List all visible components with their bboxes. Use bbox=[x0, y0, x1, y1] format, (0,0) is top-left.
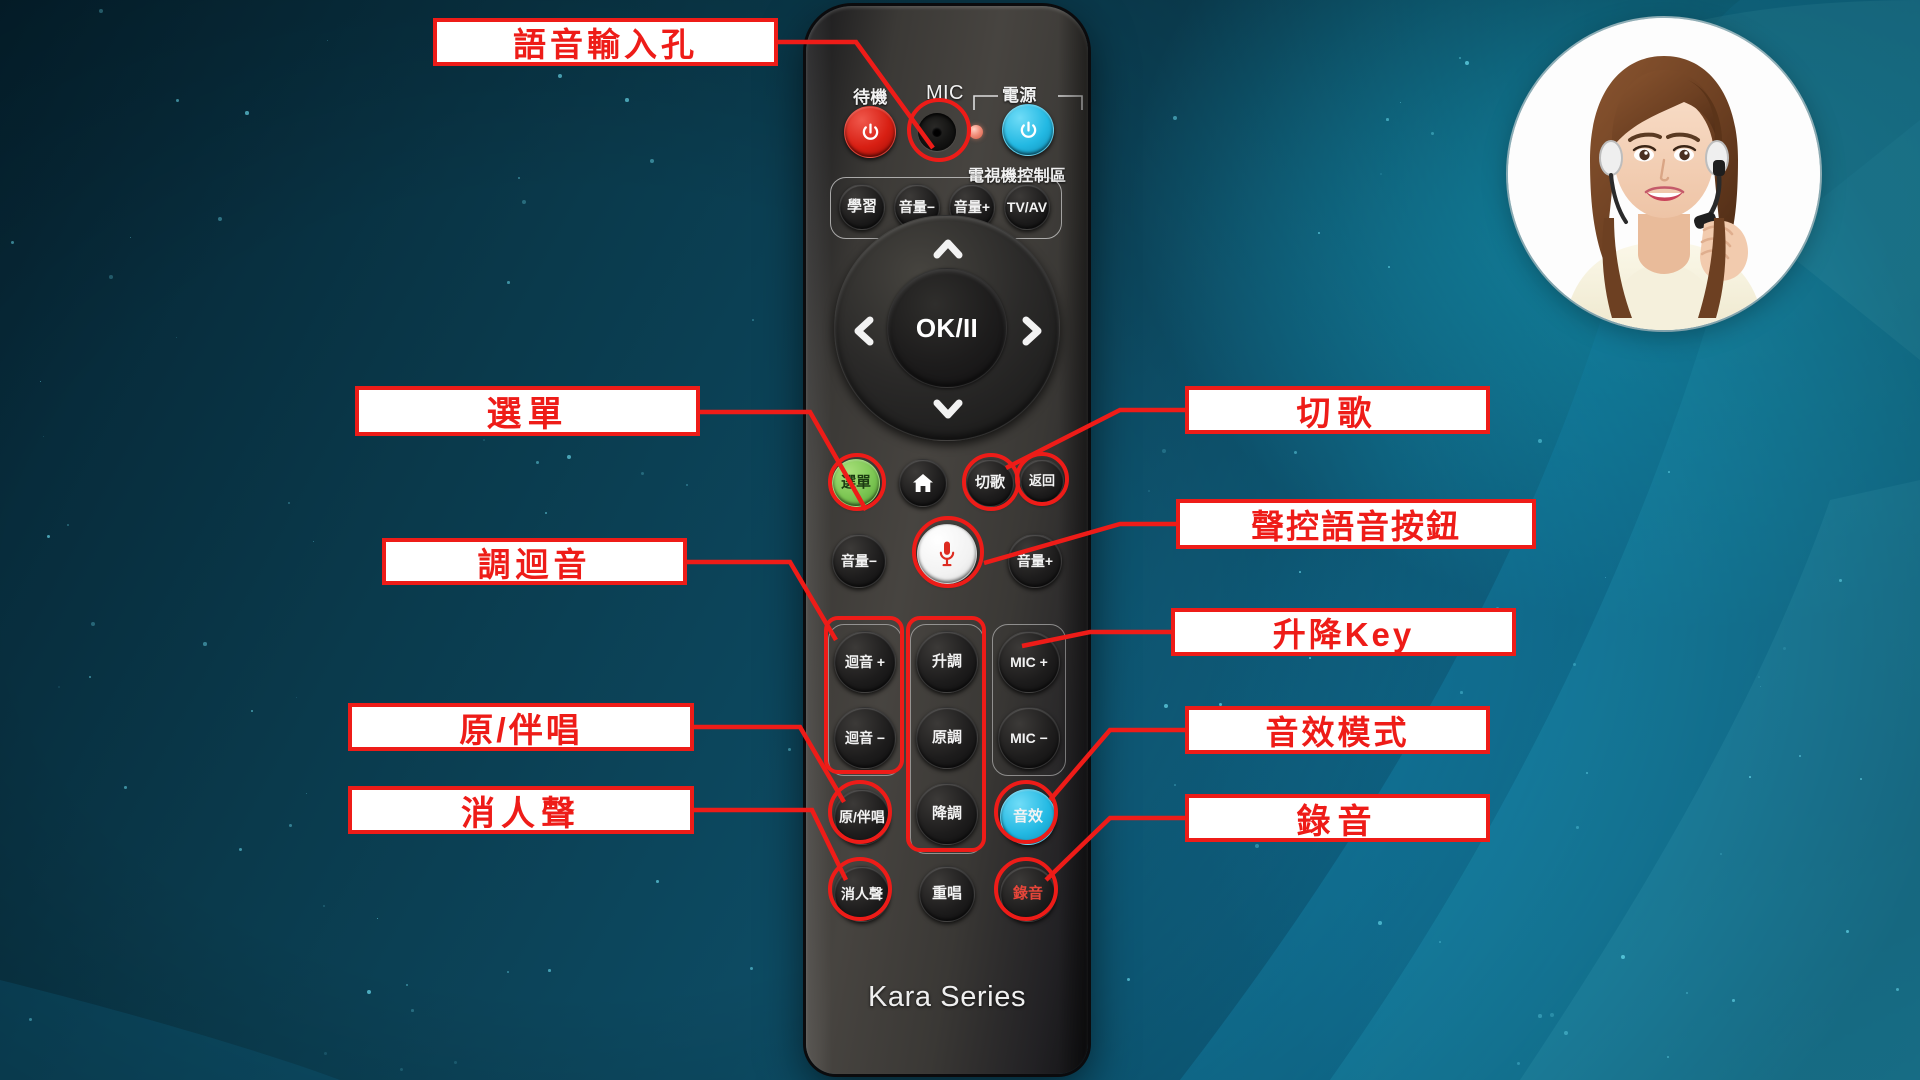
home-button[interactable] bbox=[899, 459, 947, 507]
callout-key-shift-label: 升降Key bbox=[1272, 616, 1415, 653]
callout-echo-adjust-label: 調迴音 bbox=[477, 545, 592, 583]
dpad-left-button[interactable] bbox=[853, 316, 875, 346]
power-icon bbox=[862, 122, 878, 140]
mic-label: MIC bbox=[926, 82, 964, 104]
chevron-down-icon bbox=[933, 399, 963, 419]
callout-record: 錄音 bbox=[1185, 794, 1490, 842]
tv-av-button[interactable]: TV/AV bbox=[1004, 184, 1050, 230]
remote-brand-label: Kara Series bbox=[867, 981, 1027, 1013]
mic-up-label: MIC + bbox=[1010, 653, 1048, 670]
key-original-button[interactable]: 原調 bbox=[916, 707, 978, 769]
volume-up-button[interactable]: 音量+ bbox=[1008, 534, 1062, 588]
echo-down-label: 迴音 − bbox=[844, 729, 886, 746]
volume-down-label: 音量− bbox=[840, 552, 878, 569]
callout-menu: 選單 bbox=[355, 386, 700, 436]
dpad-ring[interactable]: OK/II bbox=[834, 215, 1060, 441]
vocal-removal-button[interactable]: 消人聲 bbox=[834, 866, 890, 922]
callout-vocal-removal: 消人聲 bbox=[348, 786, 694, 834]
mic-hole-port bbox=[918, 113, 956, 151]
voice-control-button[interactable] bbox=[917, 524, 977, 584]
standby-power-button[interactable] bbox=[844, 106, 896, 158]
key-down-button[interactable]: 降調 bbox=[916, 783, 978, 845]
key-up-button[interactable]: 升調 bbox=[916, 631, 978, 693]
original-accompaniment-label: 原/伴唱 bbox=[839, 808, 885, 825]
callout-skip-song: 切歌 bbox=[1185, 386, 1490, 434]
dpad-right-button[interactable] bbox=[1021, 316, 1043, 346]
key-down-label: 降調 bbox=[931, 805, 962, 823]
mic-down-button[interactable]: MIC − bbox=[998, 707, 1060, 769]
skip-song-button-label: 切歌 bbox=[974, 474, 1005, 492]
callout-key-shift: 升降Key bbox=[1171, 608, 1516, 656]
dpad-up-button[interactable] bbox=[933, 238, 963, 260]
power-icon bbox=[1020, 120, 1036, 138]
callout-sound-effect-label: 音效模式 bbox=[1265, 714, 1410, 751]
remote-control-device: 待機 MIC 電源 電視機控制區 學習 音量− 音量+ TV/AV OK/II … bbox=[806, 6, 1088, 1074]
echo-up-label: 迴音 + bbox=[844, 653, 886, 670]
key-up-label: 升調 bbox=[931, 653, 962, 671]
callout-voice-control-label: 聲控語音按鈕 bbox=[1251, 508, 1461, 545]
callout-voice-control: 聲控語音按鈕 bbox=[1176, 499, 1536, 549]
chevron-right-icon bbox=[1022, 316, 1042, 346]
callout-voice-input-hole: 語音輸入孔 bbox=[433, 18, 778, 66]
echo-up-button[interactable]: 迴音 + bbox=[834, 631, 896, 693]
dpad-down-button[interactable] bbox=[933, 398, 963, 420]
ir-led-indicator bbox=[969, 125, 983, 139]
sound-effect-button[interactable]: 音效 bbox=[1000, 789, 1056, 845]
callout-echo-adjust: 調迴音 bbox=[382, 538, 687, 585]
tv-volume-up-label: 音量+ bbox=[953, 198, 991, 215]
callout-original-accompaniment-label: 原/伴唱 bbox=[459, 711, 583, 750]
tv-learn-label: 學習 bbox=[846, 198, 877, 216]
back-button[interactable]: 返回 bbox=[1020, 459, 1064, 503]
callout-menu-label: 選單 bbox=[486, 394, 569, 434]
callout-sound-effect: 音效模式 bbox=[1185, 706, 1490, 754]
callout-record-label: 錄音 bbox=[1296, 802, 1379, 841]
menu-button[interactable]: 選單 bbox=[832, 459, 880, 507]
callout-vocal-removal-label: 消人聲 bbox=[461, 794, 581, 833]
chevron-left-icon bbox=[854, 316, 874, 346]
record-button[interactable]: 錄音 bbox=[1000, 866, 1056, 922]
chevron-up-icon bbox=[933, 239, 963, 259]
volume-up-label: 音量+ bbox=[1016, 552, 1054, 569]
microphone-icon bbox=[939, 541, 955, 567]
mic-up-button[interactable]: MIC + bbox=[998, 631, 1060, 693]
callout-voice-input-hole-label: 語音輸入孔 bbox=[513, 26, 698, 63]
tv-volume-down-label: 音量− bbox=[898, 198, 936, 215]
sound-effect-label: 音效 bbox=[1012, 808, 1043, 826]
replay-label: 重唱 bbox=[931, 885, 962, 903]
back-button-label: 返回 bbox=[1028, 473, 1055, 489]
home-icon bbox=[913, 474, 933, 492]
tv-av-label: TV/AV bbox=[1006, 198, 1048, 215]
key-original-label: 原調 bbox=[931, 729, 962, 747]
record-label: 錄音 bbox=[1012, 885, 1043, 903]
remote-faceplate: 待機 MIC 電源 電視機控制區 學習 音量− 音量+ TV/AV OK/II … bbox=[806, 6, 1088, 1074]
callout-original-accompaniment: 原/伴唱 bbox=[348, 703, 694, 751]
echo-down-button[interactable]: 迴音 − bbox=[834, 707, 896, 769]
vocal-removal-label: 消人聲 bbox=[841, 885, 883, 902]
tv-learn-button[interactable]: 學習 bbox=[839, 184, 885, 230]
menu-button-label: 選單 bbox=[840, 474, 871, 492]
avatar bbox=[1508, 18, 1820, 330]
original-accompaniment-button[interactable]: 原/伴唱 bbox=[834, 789, 890, 845]
ok-play-pause-button[interactable]: OK/II bbox=[887, 268, 1007, 388]
callout-skip-song-label: 切歌 bbox=[1296, 394, 1379, 433]
tv-power-button[interactable] bbox=[1002, 104, 1054, 156]
customer-service-representative-illustration bbox=[1508, 18, 1820, 330]
standby-label: 待機 bbox=[853, 88, 888, 107]
replay-button[interactable]: 重唱 bbox=[919, 866, 975, 922]
mic-down-label: MIC − bbox=[1010, 729, 1048, 746]
ok-button-label: OK/II bbox=[915, 312, 979, 343]
volume-down-button[interactable]: 音量− bbox=[832, 534, 886, 588]
skip-song-button[interactable]: 切歌 bbox=[966, 459, 1014, 507]
